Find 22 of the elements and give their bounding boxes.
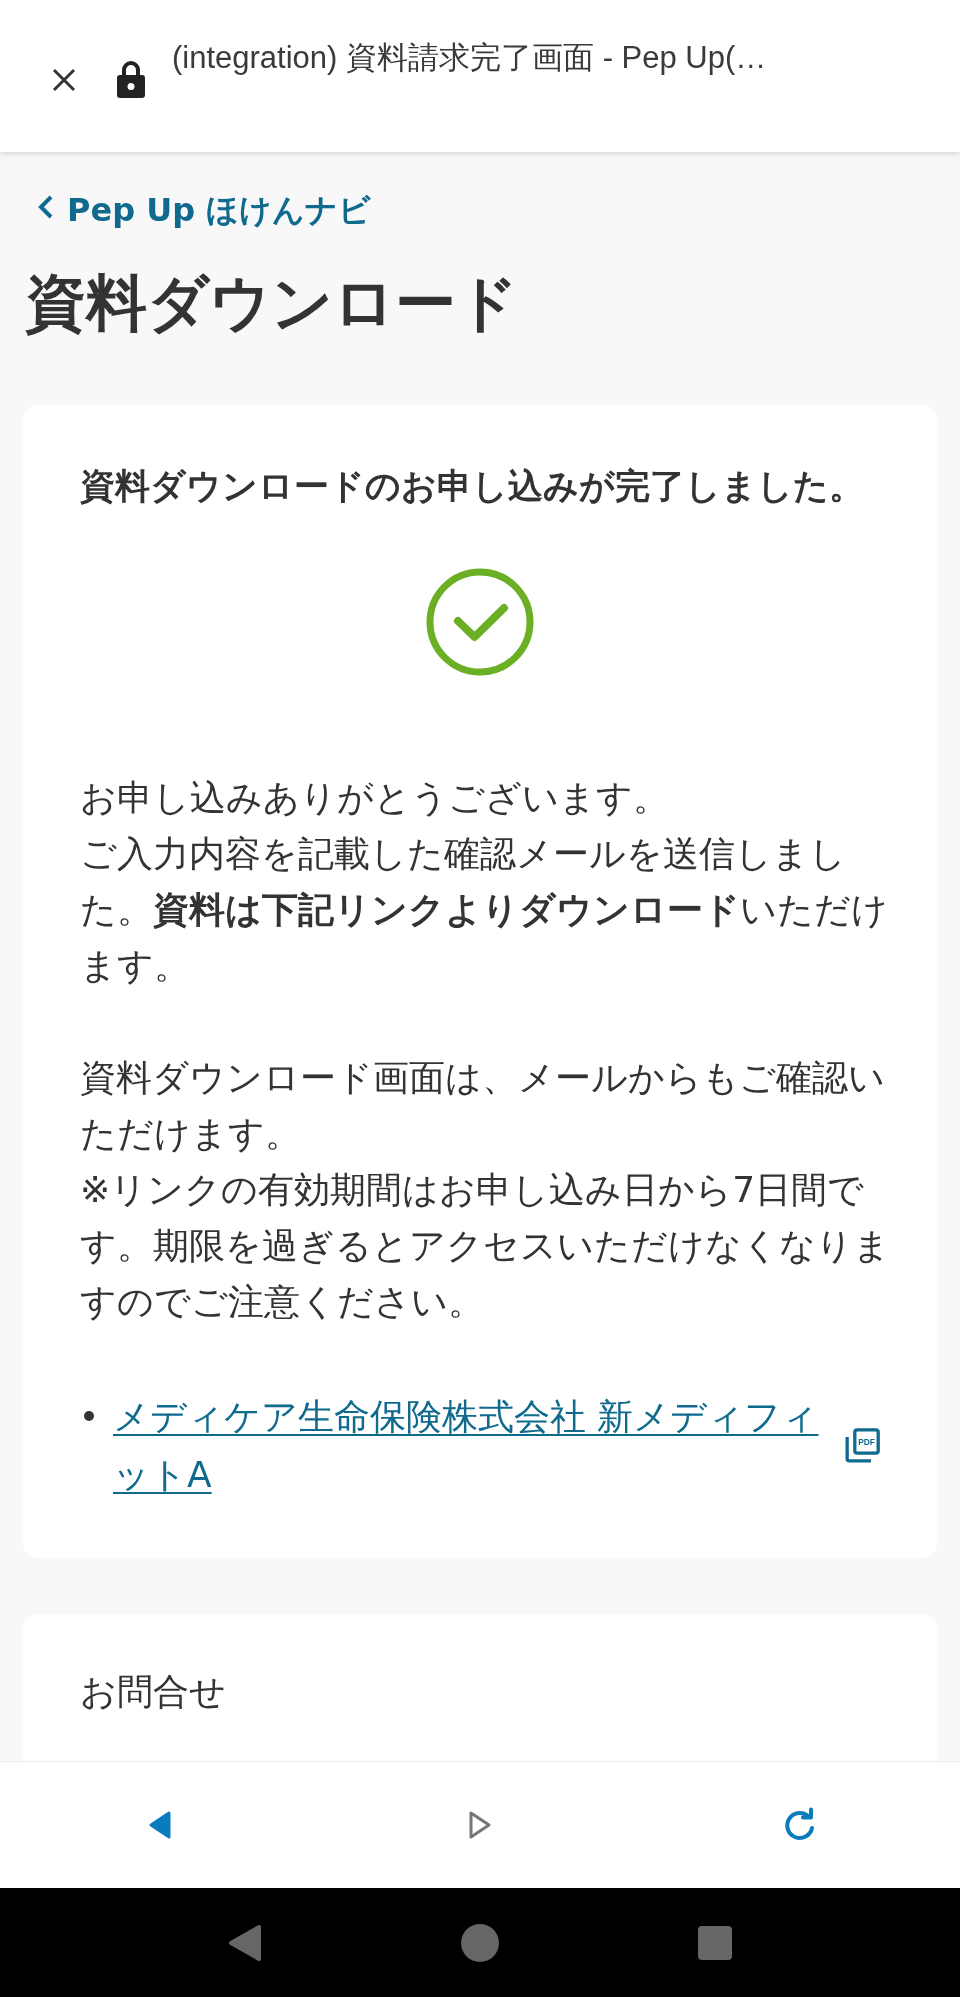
check-circle-icon: [426, 568, 534, 676]
document-link[interactable]: メディケア生命保険株式会社 新メディフィットA: [113, 1388, 822, 1504]
page-title-text: (integration) 資料請求完了画面 - Pep Up(…: [172, 39, 767, 77]
triangle-left-icon: [148, 1810, 172, 1840]
back-link[interactable]: Pep Up ほけんナビ: [37, 192, 372, 230]
triangle-left-icon: [228, 1923, 262, 1962]
contact-heading: お問合せ: [80, 1670, 227, 1714]
home-button[interactable]: [461, 1923, 499, 1962]
recents-button[interactable]: [696, 1923, 734, 1962]
system-back-button[interactable]: [226, 1923, 264, 1962]
circle-icon: [461, 1923, 499, 1962]
body-paragraph: 資料ダウンロード画面は、メールからもご確認いただけます。 ※リンクの有効期間はお申し込み日から7日間です。期限を過ぎるとアクセスいただけなくなりますのでご注意ください。: [80, 1056, 891, 1324]
lock-icon: [115, 59, 147, 99]
page-heading: 資料ダウンロード: [25, 266, 519, 340]
body-paragraph: お申し込みありがとうございます。 ご入力内容を記載した確認メールを送信しました。資料は下記リンクよりダウンロードいただけます。: [80, 776, 889, 988]
bullet-icon: [84, 1411, 94, 1421]
triangle-right-icon: [468, 1810, 492, 1840]
chevron-left-icon: [37, 194, 54, 220]
completion-heading: 資料ダウンロードのお申し込みが完了しました。: [80, 465, 865, 508]
square-icon: [698, 1925, 732, 1960]
back-button[interactable]: [148, 1810, 172, 1840]
close-icon: [51, 67, 77, 93]
